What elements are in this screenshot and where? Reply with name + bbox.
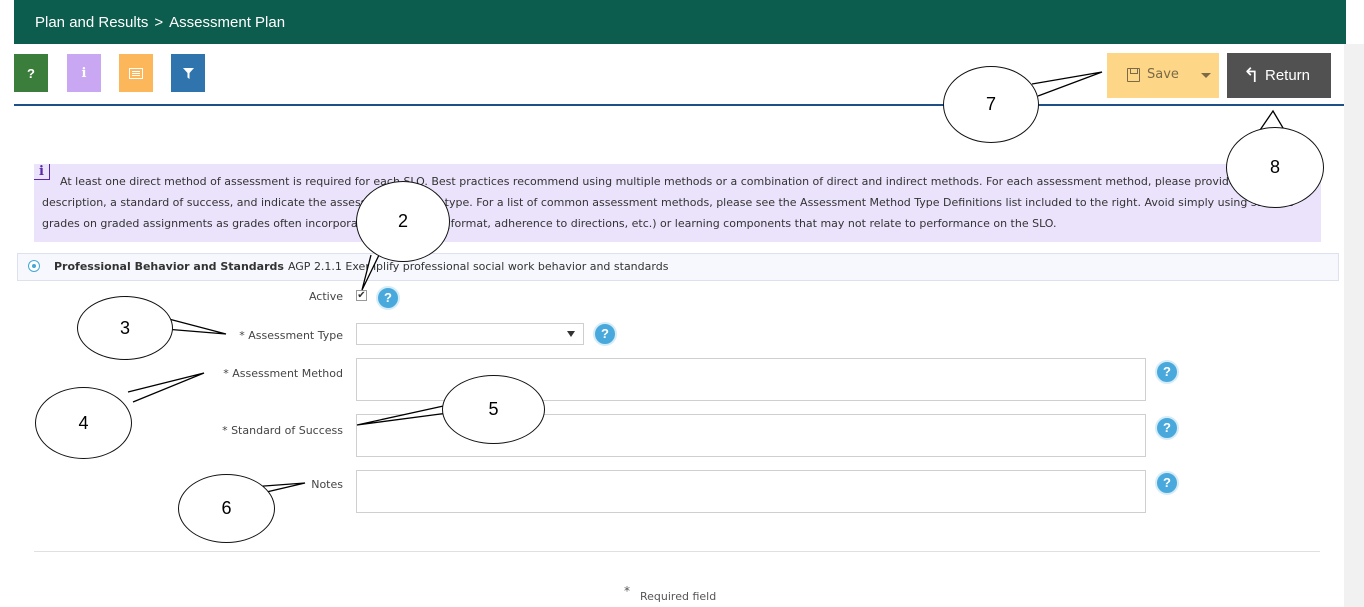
filter-icon bbox=[182, 67, 194, 79]
slo-name: Professional Behavior and Standards bbox=[54, 260, 284, 273]
breadcrumb-plan-results[interactable]: Plan and Results bbox=[35, 14, 148, 31]
filter-button[interactable] bbox=[171, 54, 205, 92]
help-button[interactable]: ? bbox=[14, 54, 48, 92]
assessment-type-label: * Assessment Type bbox=[239, 329, 343, 342]
assessment-type-select[interactable] bbox=[356, 323, 584, 345]
page-header: Plan and Results > Assessment Plan bbox=[14, 0, 1346, 44]
callout-4-pointer bbox=[127, 372, 205, 403]
standard-of-success-help-icon[interactable]: ? bbox=[1155, 416, 1179, 440]
info-message: i At least one direct method of assessme… bbox=[34, 164, 1321, 242]
radio-icon[interactable] bbox=[28, 260, 40, 272]
required-field-text: Required field bbox=[640, 590, 717, 603]
callout-5: 5 bbox=[442, 375, 545, 444]
save-label: Save bbox=[1147, 67, 1179, 82]
slo-header[interactable]: Professional Behavior and Standards AGP 2… bbox=[17, 253, 1339, 281]
notes-help-icon[interactable]: ? bbox=[1155, 471, 1179, 495]
breadcrumb-separator: > bbox=[154, 14, 164, 31]
standard-of-success-label: * Standard of Success bbox=[222, 424, 343, 437]
info-message-text: At least one direct method of assessment… bbox=[42, 175, 1295, 230]
breadcrumb-assessment-plan: Assessment Plan bbox=[169, 14, 286, 31]
breadcrumb: Plan and Results > Assessment Plan bbox=[35, 14, 285, 31]
slo-description: AGP 2.1.1 Exemplify professional social … bbox=[287, 260, 669, 273]
info-button[interactable]: i bbox=[67, 54, 101, 92]
assessment-method-label-text: Assessment Method bbox=[232, 367, 343, 380]
active-help-icon[interactable]: ? bbox=[376, 286, 400, 310]
active-label: Active bbox=[308, 290, 343, 303]
list-button[interactable] bbox=[119, 54, 153, 92]
save-disk-icon bbox=[1127, 68, 1140, 82]
return-button[interactable]: ↰ Return bbox=[1227, 53, 1331, 98]
callout-3: 3 bbox=[77, 296, 173, 360]
chevron-down-icon bbox=[567, 331, 575, 337]
required-star: * bbox=[624, 584, 630, 598]
save-button[interactable]: Save bbox=[1107, 53, 1219, 98]
callout-3-pointer bbox=[164, 317, 227, 335]
callout-7-pointer bbox=[1031, 71, 1103, 97]
callout-2: 2 bbox=[356, 181, 450, 262]
assessment-method-label: * Assessment Method bbox=[223, 367, 343, 380]
required-field-note: * Required field bbox=[624, 584, 717, 603]
chevron-down-icon[interactable] bbox=[1201, 73, 1211, 78]
question-icon: ? bbox=[27, 65, 35, 81]
active-checkbox[interactable]: ✔ bbox=[356, 290, 367, 301]
notes-field[interactable] bbox=[356, 470, 1146, 513]
list-icon bbox=[129, 67, 143, 79]
callout-8: 8 bbox=[1226, 127, 1324, 208]
return-arrow-icon: ↰ bbox=[1243, 65, 1260, 87]
notes-label: Notes bbox=[311, 478, 343, 491]
callout-4: 4 bbox=[35, 387, 132, 459]
required-star: * bbox=[223, 367, 229, 380]
return-label: Return bbox=[1265, 67, 1311, 84]
slo-title: Professional Behavior and Standards AGP 2… bbox=[54, 260, 668, 273]
assessment-method-help-icon[interactable]: ? bbox=[1155, 360, 1179, 384]
form-divider bbox=[34, 551, 1320, 552]
callout-7: 7 bbox=[943, 66, 1039, 143]
scrollbar[interactable] bbox=[1344, 44, 1364, 607]
assessment-type-help-icon[interactable]: ? bbox=[593, 322, 617, 346]
callout-6: 6 bbox=[178, 474, 275, 543]
toolbar-divider bbox=[14, 104, 1344, 106]
info-icon: i bbox=[81, 65, 87, 81]
